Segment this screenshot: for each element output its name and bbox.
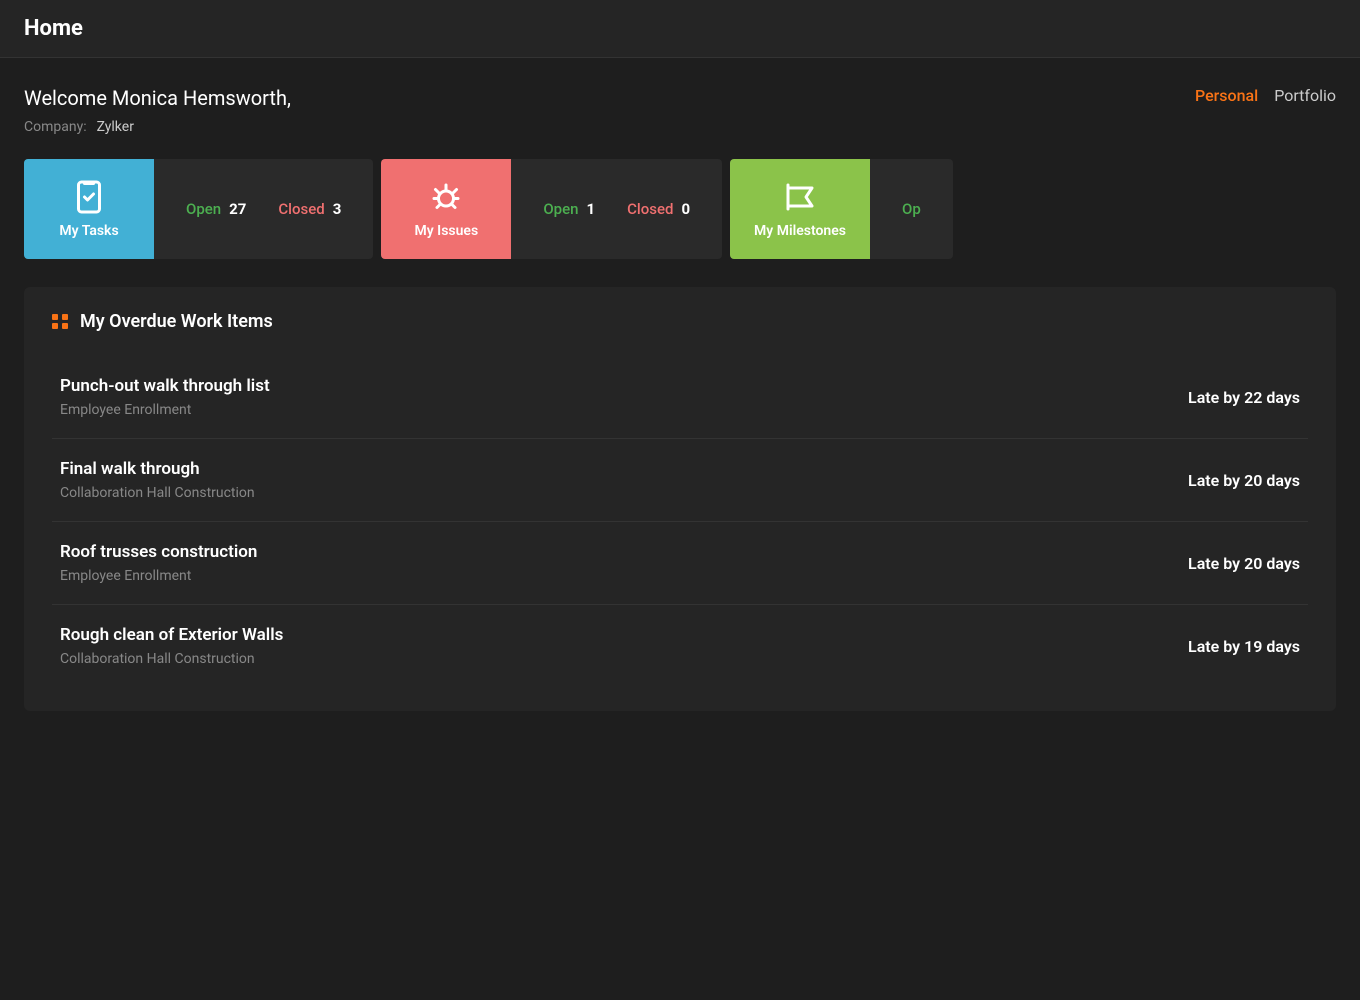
work-item-left: Rough clean of Exterior Walls Collaborat… bbox=[60, 625, 283, 667]
dots-grid-icon bbox=[52, 314, 68, 330]
tasks-card-icon: My Tasks bbox=[24, 159, 154, 259]
issues-card-label: My Issues bbox=[415, 223, 479, 239]
header: Home bbox=[0, 0, 1360, 58]
milestones-card[interactable]: My Milestones Op bbox=[730, 159, 953, 259]
work-item-project: Collaboration Hall Construction bbox=[60, 651, 283, 667]
work-items-list: Punch-out walk through list Employee Enr… bbox=[52, 356, 1308, 687]
bug-icon bbox=[428, 179, 464, 215]
tasks-card[interactable]: My Tasks Open 27 Closed 3 bbox=[24, 159, 373, 259]
work-item[interactable]: Roof trusses construction Employee Enrol… bbox=[52, 522, 1308, 605]
issues-closed-value: 0 bbox=[681, 200, 690, 218]
page-title: Home bbox=[24, 16, 83, 41]
work-item-late: Late by 19 days bbox=[1188, 637, 1300, 656]
work-item-name: Rough clean of Exterior Walls bbox=[60, 625, 283, 645]
company-row: Company: Zylker bbox=[24, 116, 1336, 135]
welcome-row: Welcome Monica Hemsworth, Personal Portf… bbox=[24, 86, 1336, 110]
milestones-card-icon: My Milestones bbox=[730, 159, 870, 259]
overdue-header: My Overdue Work Items bbox=[52, 311, 1308, 332]
milestones-open-label: Op bbox=[902, 200, 921, 218]
tasks-card-label: My Tasks bbox=[59, 223, 118, 239]
cards-row: My Tasks Open 27 Closed 3 bbox=[24, 159, 1336, 259]
work-item-late: Late by 20 days bbox=[1188, 471, 1300, 490]
clipboard-check-icon bbox=[71, 179, 107, 215]
issues-card-icon: My Issues bbox=[381, 159, 511, 259]
tasks-open-value: 27 bbox=[229, 200, 246, 218]
main-content: Welcome Monica Hemsworth, Personal Portf… bbox=[0, 58, 1360, 739]
overdue-section: My Overdue Work Items Punch-out walk thr… bbox=[24, 287, 1336, 711]
work-item[interactable]: Final walk through Collaboration Hall Co… bbox=[52, 439, 1308, 522]
tasks-closed-stat: Closed 3 bbox=[278, 200, 341, 218]
issues-open-value: 1 bbox=[586, 200, 595, 218]
work-item-late: Late by 20 days bbox=[1188, 554, 1300, 573]
work-item-project: Employee Enrollment bbox=[60, 568, 257, 584]
tasks-open-label: Open bbox=[186, 200, 221, 218]
work-item-name: Roof trusses construction bbox=[60, 542, 257, 562]
work-item-left: Final walk through Collaboration Hall Co… bbox=[60, 459, 255, 501]
view-toggle: Personal Portfolio bbox=[1195, 86, 1336, 105]
milestones-card-stats: Op bbox=[870, 159, 953, 259]
issues-closed-label: Closed bbox=[627, 200, 673, 218]
work-item-left: Punch-out walk through list Employee Enr… bbox=[60, 376, 270, 418]
milestone-icon bbox=[782, 179, 818, 215]
company-name: Zylker bbox=[97, 119, 134, 135]
work-item[interactable]: Punch-out walk through list Employee Enr… bbox=[52, 356, 1308, 439]
issues-card-stats: Open 1 Closed 0 bbox=[511, 159, 722, 259]
work-item-left: Roof trusses construction Employee Enrol… bbox=[60, 542, 257, 584]
tasks-closed-label: Closed bbox=[278, 200, 324, 218]
work-item-name: Punch-out walk through list bbox=[60, 376, 270, 396]
work-item[interactable]: Rough clean of Exterior Walls Collaborat… bbox=[52, 605, 1308, 687]
work-item-name: Final walk through bbox=[60, 459, 255, 479]
tasks-closed-value: 3 bbox=[333, 200, 342, 218]
issues-closed-stat: Closed 0 bbox=[627, 200, 690, 218]
company-label: Company: bbox=[24, 119, 87, 135]
overdue-title: My Overdue Work Items bbox=[80, 311, 273, 332]
milestones-open-stat: Op bbox=[902, 200, 921, 218]
milestones-card-label: My Milestones bbox=[754, 223, 846, 239]
welcome-text: Welcome Monica Hemsworth, bbox=[24, 86, 291, 110]
issues-open-label: Open bbox=[543, 200, 578, 218]
tasks-card-stats: Open 27 Closed 3 bbox=[154, 159, 373, 259]
tasks-open-stat: Open 27 bbox=[186, 200, 246, 218]
portfolio-view-button[interactable]: Portfolio bbox=[1274, 86, 1336, 105]
personal-view-button[interactable]: Personal bbox=[1195, 86, 1258, 105]
work-item-late: Late by 22 days bbox=[1188, 388, 1300, 407]
issues-open-stat: Open 1 bbox=[543, 200, 595, 218]
work-item-project: Employee Enrollment bbox=[60, 402, 270, 418]
issues-card[interactable]: My Issues Open 1 Closed 0 bbox=[381, 159, 722, 259]
work-item-project: Collaboration Hall Construction bbox=[60, 485, 255, 501]
